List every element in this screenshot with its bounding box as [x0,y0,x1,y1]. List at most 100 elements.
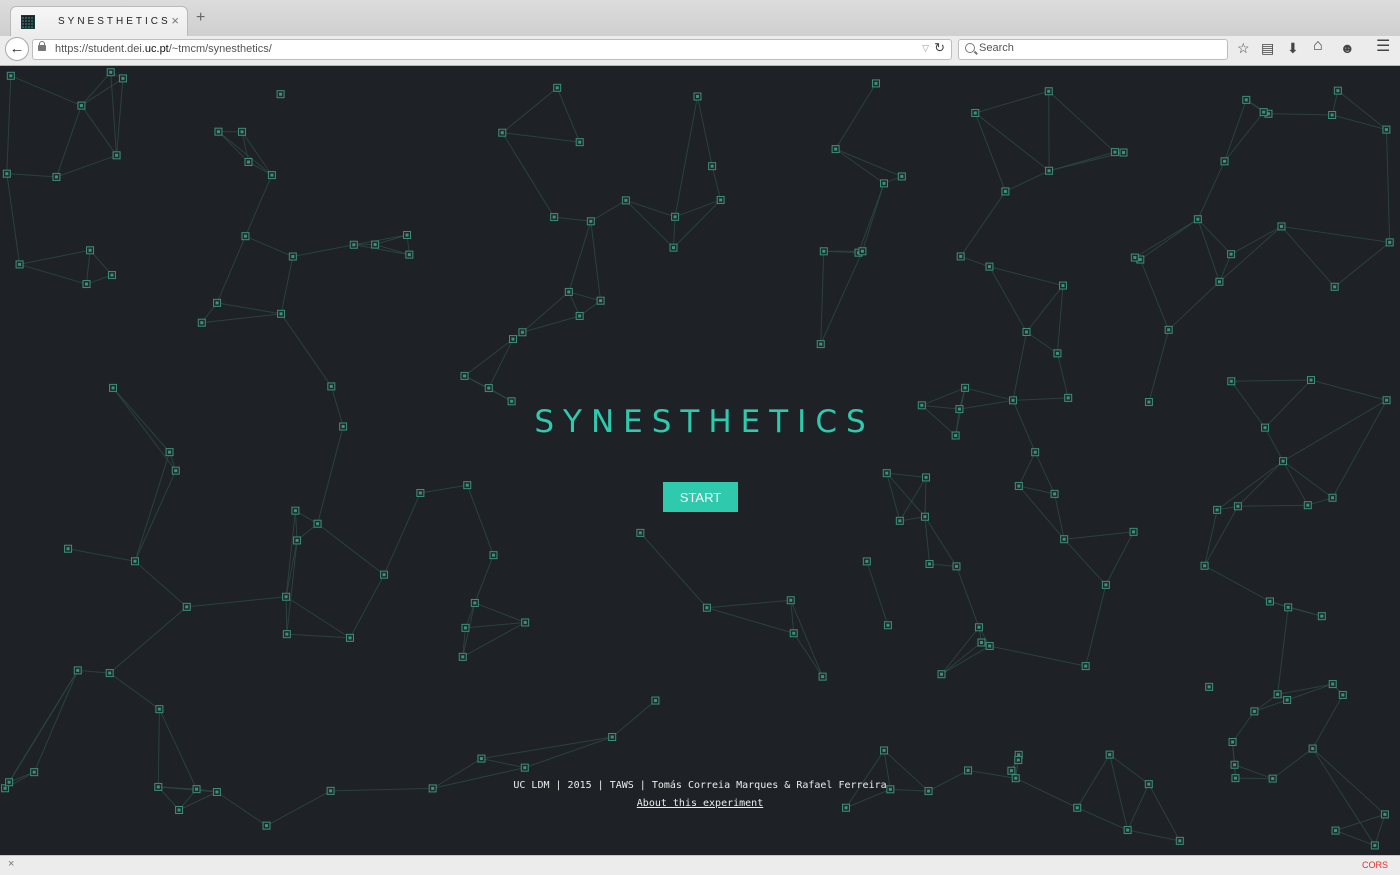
network-node-core [638,531,642,535]
network-edge [1230,226,1282,255]
network-node-core [1320,614,1324,618]
network-node-core [1009,769,1013,773]
network-edge [33,670,79,773]
network-edge [989,645,1086,667]
network-edge [1281,226,1336,288]
network-edge [1224,99,1247,162]
download-icon[interactable]: ⬇ [1287,40,1299,56]
network-edge [861,183,885,252]
cors-badge[interactable]: CORS [1362,860,1388,870]
network-node-core [1062,537,1066,541]
network-edge [1197,219,1220,282]
url-bar[interactable]: https://student.dei.uc.pt/~tmcm/synesthe… [32,39,952,60]
reload-icon[interactable]: ↻ [934,40,945,56]
network-edge [1254,699,1288,712]
about-link[interactable]: About this experiment [637,798,763,809]
network-node-core [578,314,582,318]
network-node-core [284,595,288,599]
network-edge [383,492,421,575]
network-node-core [1285,698,1289,702]
search-input[interactable] [979,42,1219,54]
network-node-core [599,299,603,303]
network-node-core [567,290,571,294]
network-node-core [1341,693,1345,697]
close-tab-icon[interactable]: × [171,13,179,28]
network-node-core [1229,252,1233,256]
network-node-core [1281,459,1285,463]
network-node-core [1017,484,1021,488]
network-node-core [500,131,504,135]
network-edge [134,560,188,608]
network-edge [1005,170,1050,192]
network-node-core [1384,128,1388,132]
network-node-core [54,175,58,179]
close-icon[interactable]: × [8,858,14,870]
reading-list-icon[interactable]: ▤ [1261,40,1274,56]
network-node-core [1223,159,1227,163]
network-node-core [1207,685,1211,689]
network-node-core [185,605,189,609]
network-node-core [719,198,723,202]
chevron-down-icon[interactable]: ▽ [922,43,929,54]
bookmark-star-icon[interactable]: ☆ [1237,40,1250,56]
network-node-core [1138,258,1142,262]
network-node-core [789,598,793,602]
network-edges [4,71,1391,846]
network-node-core [834,147,838,151]
network-node-core [792,631,796,635]
network-edge [1127,829,1180,842]
search-bar[interactable] [958,39,1228,60]
browser-tab[interactable]: SYNESTHETICS × [10,6,188,36]
network-edge [201,313,282,324]
network-node-core [121,76,125,80]
network-node-core [291,255,295,259]
network-edge [1310,379,1387,401]
network-edge [554,216,591,222]
network-node-core [465,483,469,487]
network-edge [317,523,385,576]
network-edge [474,602,526,623]
network-node-core [293,509,297,513]
network-edge [673,199,722,248]
network-background [1,68,1394,850]
new-tab-icon[interactable]: + [196,10,205,26]
network-node-core [1383,812,1387,816]
url-text[interactable]: https://student.dei.uc.pt/~tmcm/synesthe… [55,43,272,55]
network-node-core [988,644,992,648]
start-button[interactable]: START [663,482,738,512]
network-node-core [1113,150,1117,154]
network-edge [1034,452,1056,495]
back-button[interactable]: ← [5,37,29,61]
network-edge [1237,460,1284,507]
network-edge [921,387,966,406]
network-node-core [1334,829,1338,833]
network-edge [218,131,273,176]
network-node-core [1196,217,1200,221]
account-icon[interactable]: ☻ [1340,40,1355,56]
network-edge [556,87,581,143]
network-node-core [382,573,386,577]
network-node-core [329,384,333,388]
about-link-container: About this experiment [0,798,1400,809]
network-node-core [265,824,269,828]
network-node-core [987,265,991,269]
home-icon[interactable]: ⌂ [1313,38,1323,54]
network-edge [568,221,592,293]
network-node-core [1016,758,1020,762]
network-node-core [924,475,928,479]
network-node-core [1167,328,1171,332]
network-edge [1232,741,1236,779]
network-node-core [900,174,904,178]
menu-icon[interactable]: ☰ [1376,39,1390,55]
network-node-core [1055,351,1059,355]
network-edge [711,166,722,201]
network-node-core [279,92,283,96]
network-node-core [373,243,377,247]
network-edge [1013,397,1069,401]
network-node-core [133,559,137,563]
network-node-core [1309,378,1313,382]
network-node-core [954,564,958,568]
network-node-core [9,74,13,78]
network-edge [216,235,246,304]
network-edge [1269,600,1322,617]
